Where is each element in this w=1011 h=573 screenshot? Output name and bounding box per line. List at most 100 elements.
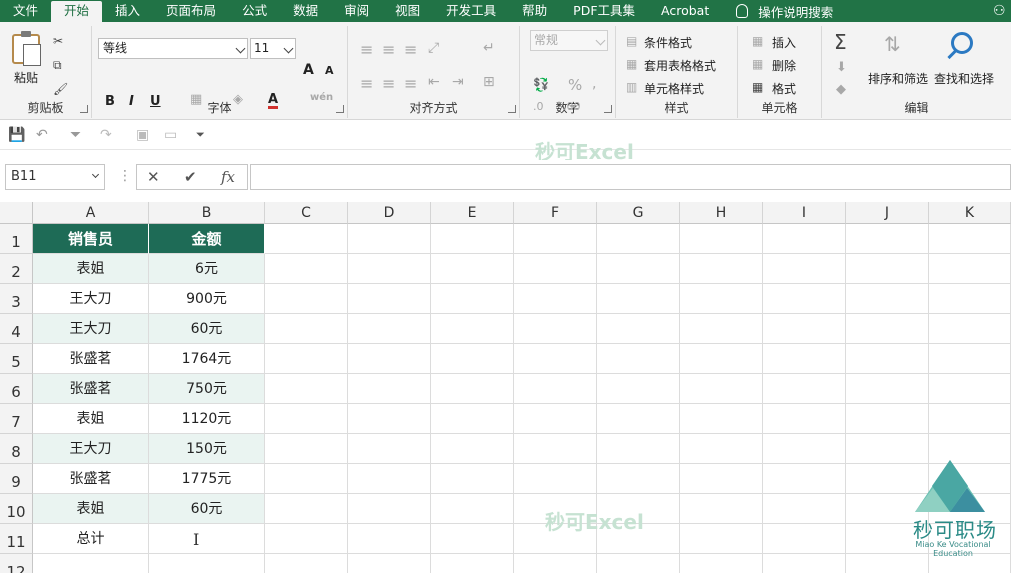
- table-cell[interactable]: 张盛茗: [33, 464, 149, 494]
- cell[interactable]: [265, 404, 348, 434]
- cell[interactable]: [597, 404, 680, 434]
- cell[interactable]: [846, 224, 929, 254]
- row-header[interactable]: 2: [0, 254, 33, 284]
- cell[interactable]: [431, 434, 514, 464]
- cell[interactable]: [680, 494, 763, 524]
- tell-me-search[interactable]: 操作说明搜索: [736, 0, 833, 22]
- cell[interactable]: [680, 554, 763, 573]
- tab-home[interactable]: 开始: [51, 1, 103, 22]
- grow-font-button[interactable]: A: [303, 62, 314, 78]
- bold-button[interactable]: B: [105, 94, 115, 109]
- cell[interactable]: [763, 494, 846, 524]
- cell[interactable]: [680, 224, 763, 254]
- account-icon[interactable]: ⚇: [993, 3, 1009, 19]
- cell[interactable]: [431, 314, 514, 344]
- alignment-launcher-icon[interactable]: [508, 105, 516, 113]
- tab-page-layout[interactable]: 页面布局: [153, 0, 229, 22]
- cell[interactable]: [348, 554, 431, 573]
- table-cell[interactable]: 60元: [149, 314, 265, 344]
- cell[interactable]: [149, 554, 265, 573]
- cell[interactable]: [680, 284, 763, 314]
- cell[interactable]: [680, 254, 763, 284]
- cell[interactable]: [514, 224, 597, 254]
- cell[interactable]: [514, 404, 597, 434]
- insert-function-button[interactable]: fx: [221, 168, 235, 186]
- fill-color-icon[interactable]: ◈: [233, 92, 243, 107]
- cut-icon[interactable]: ✂: [53, 34, 63, 48]
- cell[interactable]: [348, 464, 431, 494]
- cell[interactable]: [929, 314, 1011, 344]
- select-all-corner[interactable]: [0, 202, 33, 224]
- align-middle-icon[interactable]: ≡: [382, 40, 395, 59]
- cell[interactable]: [265, 464, 348, 494]
- cell[interactable]: [431, 524, 514, 554]
- row-header[interactable]: 9: [0, 464, 33, 494]
- row-header[interactable]: 10: [0, 494, 33, 524]
- cell[interactable]: [763, 554, 846, 573]
- cell[interactable]: [929, 254, 1011, 284]
- cell[interactable]: [597, 374, 680, 404]
- cell[interactable]: [348, 524, 431, 554]
- column-header[interactable]: I: [763, 202, 846, 224]
- clipboard-launcher-icon[interactable]: [80, 105, 88, 113]
- tab-acrobat[interactable]: Acrobat: [648, 0, 722, 22]
- cell[interactable]: [597, 224, 680, 254]
- cell[interactable]: [846, 284, 929, 314]
- total-value-cell[interactable]: [149, 524, 265, 554]
- cell[interactable]: [680, 464, 763, 494]
- save-icon[interactable]: 💾: [8, 127, 25, 143]
- cell[interactable]: [265, 224, 348, 254]
- wrap-text-icon[interactable]: ↵: [483, 40, 495, 56]
- cell[interactable]: [929, 404, 1011, 434]
- cell[interactable]: [597, 464, 680, 494]
- table-cell[interactable]: 60元: [149, 494, 265, 524]
- row-header[interactable]: 3: [0, 284, 33, 314]
- cell[interactable]: [265, 524, 348, 554]
- borders-icon[interactable]: ▦: [190, 92, 202, 107]
- tab-data[interactable]: 数据: [280, 0, 331, 22]
- shrink-font-button[interactable]: A: [325, 64, 334, 77]
- row-header[interactable]: 12: [0, 554, 33, 573]
- worksheet-grid[interactable]: A B C D E F G H I J K 1 销售员 金额 2 表姐 6元 3 王大刀 900…: [0, 202, 1011, 573]
- cell[interactable]: [431, 494, 514, 524]
- increase-indent-icon[interactable]: ⇥: [452, 74, 464, 90]
- table-cell[interactable]: 1764元: [149, 344, 265, 374]
- cell[interactable]: [680, 314, 763, 344]
- cell[interactable]: [514, 344, 597, 374]
- cell[interactable]: [846, 374, 929, 404]
- number-format-select[interactable]: 常规: [530, 30, 608, 51]
- cell[interactable]: [265, 314, 348, 344]
- format-cells-button[interactable]: 格式: [772, 80, 796, 97]
- name-box[interactable]: B11: [5, 164, 105, 190]
- delete-cells-button[interactable]: 删除: [772, 57, 796, 74]
- cell[interactable]: [763, 374, 846, 404]
- cell[interactable]: [265, 344, 348, 374]
- cell[interactable]: [763, 464, 846, 494]
- cell[interactable]: [348, 374, 431, 404]
- format-painter-icon[interactable]: 🖌: [53, 82, 68, 96]
- cell[interactable]: [680, 434, 763, 464]
- cell[interactable]: [597, 254, 680, 284]
- row-header[interactable]: 4: [0, 314, 33, 344]
- cell[interactable]: [348, 434, 431, 464]
- fill-icon[interactable]: ⬇: [836, 60, 847, 75]
- cell[interactable]: [348, 404, 431, 434]
- cell[interactable]: [680, 404, 763, 434]
- insert-cells-button[interactable]: 插入: [772, 34, 796, 51]
- cell[interactable]: [348, 284, 431, 314]
- total-label-cell[interactable]: 总计: [33, 524, 149, 554]
- cell[interactable]: [846, 254, 929, 284]
- cell[interactable]: [431, 344, 514, 374]
- cell[interactable]: [33, 554, 149, 573]
- cell[interactable]: [763, 254, 846, 284]
- font-color-icon[interactable]: A: [268, 93, 279, 109]
- font-size-select[interactable]: 11: [250, 38, 296, 59]
- formula-input[interactable]: [250, 164, 1011, 190]
- align-bottom-icon[interactable]: ≡: [404, 40, 417, 59]
- cell[interactable]: [680, 374, 763, 404]
- cell[interactable]: [348, 344, 431, 374]
- orientation-icon[interactable]: ⤢: [428, 40, 439, 56]
- cell[interactable]: [763, 344, 846, 374]
- tab-review[interactable]: 审阅: [331, 0, 382, 22]
- number-launcher-icon[interactable]: [604, 105, 612, 113]
